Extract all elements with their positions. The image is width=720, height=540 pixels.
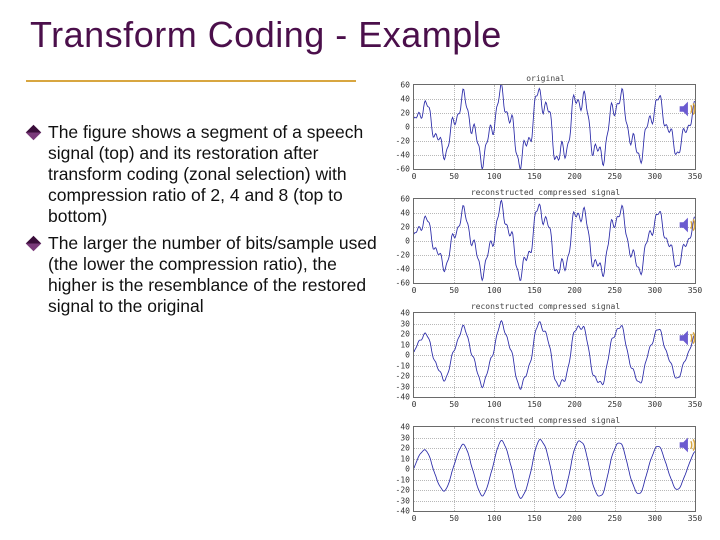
y-tick-label: -60 [392,279,410,288]
x-tick-label: 200 [567,400,581,409]
y-tick-label: 40 [392,423,410,432]
speaker-icon[interactable] [676,327,698,349]
x-tick-label: 150 [527,172,541,181]
x-tick-label: 50 [449,172,459,181]
chart-title: reconstructed compressed signal [471,416,620,425]
x-tick-label: 200 [567,286,581,295]
bullet-list: The figure shows a segment of a speech s… [26,122,381,317]
y-tick-label: -10 [392,475,410,484]
x-tick-label: 350 [688,514,702,523]
chart-panel: reconstructed compressed signal050100150… [389,304,702,416]
y-tick-label: 60 [392,81,410,90]
chart-panel: original050100150200250300350-60-40-2002… [389,76,702,188]
x-tick-label: 250 [607,172,621,181]
x-tick-label: 300 [648,514,662,523]
y-tick-label: -40 [392,265,410,274]
x-tick-label: 150 [527,286,541,295]
bullet-item: The larger the number of bits/sample use… [26,233,381,317]
waveform [414,85,695,169]
chart-title: original [526,74,565,83]
x-tick-label: 350 [688,286,702,295]
x-tick-label: 50 [449,514,459,523]
x-tick-label: 100 [487,514,501,523]
y-tick-label: 40 [392,95,410,104]
waveform [414,199,695,283]
y-tick-label: 0 [392,123,410,132]
y-tick-label: -20 [392,372,410,381]
text-column: The figure shows a segment of a speech s… [26,76,381,532]
page-title: Transform Coding - Example [26,14,702,56]
x-tick-label: 0 [412,514,417,523]
x-tick-label: 0 [412,400,417,409]
y-tick-label: -10 [392,361,410,370]
x-tick-label: 300 [648,172,662,181]
y-tick-label: 20 [392,223,410,232]
bullet-item: The figure shows a segment of a speech s… [26,122,381,227]
x-tick-label: 0 [412,286,417,295]
y-tick-label: 30 [392,319,410,328]
x-tick-label: 350 [688,172,702,181]
y-tick-label: 30 [392,433,410,442]
speaker-icon[interactable] [676,98,698,120]
accent-underline [26,80,356,82]
x-tick-label: 250 [607,514,621,523]
x-tick-label: 300 [648,286,662,295]
y-tick-label: -20 [392,486,410,495]
y-tick-label: -30 [392,382,410,391]
x-tick-label: 300 [648,400,662,409]
y-tick-label: 0 [392,465,410,474]
plot-area: 050100150200250300350-40-30-20-100102030… [413,312,696,398]
y-tick-label: -40 [392,393,410,402]
x-tick-label: 100 [487,286,501,295]
x-tick-label: 50 [449,400,459,409]
x-tick-label: 350 [688,400,702,409]
y-tick-label: -20 [392,251,410,260]
y-tick-label: 20 [392,109,410,118]
chart-panel: reconstructed compressed signal050100150… [389,190,702,302]
y-tick-label: 0 [392,351,410,360]
y-tick-label: -30 [392,496,410,505]
y-tick-label: 0 [392,237,410,246]
waveform [414,313,695,397]
plot-area: 050100150200250300350-60-40-200204060 [413,84,696,170]
y-tick-label: 60 [392,195,410,204]
y-tick-label: 10 [392,340,410,349]
x-tick-label: 0 [412,172,417,181]
x-tick-label: 100 [487,400,501,409]
chart-panel: reconstructed compressed signal050100150… [389,418,702,530]
y-tick-label: 40 [392,309,410,318]
x-tick-label: 150 [527,514,541,523]
x-tick-label: 150 [527,400,541,409]
plot-area: 050100150200250300350-40-30-20-100102030… [413,426,696,512]
waveform [414,427,695,511]
speaker-icon[interactable] [676,214,698,236]
y-tick-label: 40 [392,209,410,218]
speaker-icon[interactable] [676,434,698,456]
y-tick-label: -40 [392,507,410,516]
y-tick-label: 10 [392,454,410,463]
chart-title: reconstructed compressed signal [471,188,620,197]
y-tick-label: 20 [392,444,410,453]
x-tick-label: 250 [607,286,621,295]
y-tick-label: -20 [392,137,410,146]
x-tick-label: 200 [567,172,581,181]
x-tick-label: 200 [567,514,581,523]
plot-area: 050100150200250300350-60-40-200204060 [413,198,696,284]
chart-title: reconstructed compressed signal [471,302,620,311]
x-tick-label: 100 [487,172,501,181]
x-tick-label: 250 [607,400,621,409]
figure-column: original050100150200250300350-60-40-2002… [389,76,702,532]
y-tick-label: -40 [392,151,410,160]
y-tick-label: -60 [392,165,410,174]
slide-body: The figure shows a segment of a speech s… [26,76,702,532]
x-tick-label: 50 [449,286,459,295]
y-tick-label: 20 [392,330,410,339]
